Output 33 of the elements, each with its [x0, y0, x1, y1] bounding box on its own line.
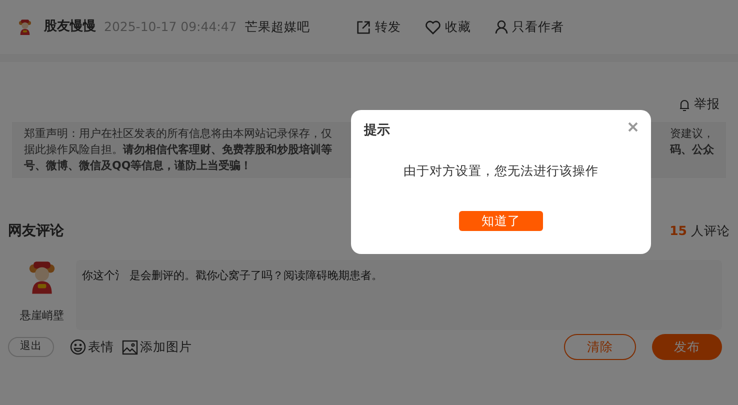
- user-name: 悬崖峭壁: [20, 308, 64, 324]
- publish-button[interactable]: 发布: [652, 334, 722, 360]
- dialog-message: 由于对方设置，您无法进行该操作: [402, 162, 600, 180]
- avatar-icon: [18, 19, 32, 35]
- close-button[interactable]: [628, 122, 638, 132]
- author-only-button[interactable]: 只看作者: [494, 18, 564, 36]
- image-icon: [122, 340, 138, 354]
- comment-field[interactable]: 你这个氵 是会删评的。戳你心窝子了吗？阅读障碍晚期患者。: [76, 260, 722, 330]
- dialog-title: 提示: [364, 122, 390, 140]
- person-icon: [494, 20, 508, 34]
- disclaimer-text: 据此操作风险自担。请勿相信代客理财、免费荐股和炒股培训等: [24, 142, 332, 158]
- comments-title: 网友评论: [8, 222, 64, 240]
- add-image-button[interactable]: 添加图片: [122, 338, 192, 356]
- disclaimer-text: 码、公众: [670, 142, 714, 158]
- disclaimer-text: 资建议，: [670, 126, 714, 142]
- close-icon: [628, 122, 638, 132]
- author-name[interactable]: 股友慢慢: [44, 17, 96, 37]
- comment-count: 15 人评论: [670, 222, 730, 240]
- report-button[interactable]: 举报: [679, 95, 720, 114]
- disclaimer-text: 号、微博、微信及QQ等信息，谨防上当受骗！: [24, 158, 252, 174]
- logout-button[interactable]: 退出: [8, 337, 54, 357]
- favorite-button[interactable]: 收藏: [424, 18, 471, 36]
- share-icon: [356, 20, 371, 34]
- smiley-icon: [70, 339, 86, 355]
- clear-button[interactable]: 清除: [564, 334, 636, 360]
- emoji-button[interactable]: 表情: [70, 338, 114, 356]
- bell-icon: [679, 98, 690, 111]
- disclaimer-text: 郑重声明：用户在社区发表的所有信息将由本网站记录保存，仅: [24, 126, 332, 142]
- user-avatar: [28, 260, 56, 294]
- confirm-button[interactable]: 知道了: [459, 211, 543, 231]
- heart-icon: [424, 20, 441, 34]
- forum-name[interactable]: 芒果超媒吧: [244, 18, 310, 36]
- share-button[interactable]: 转发: [356, 18, 401, 36]
